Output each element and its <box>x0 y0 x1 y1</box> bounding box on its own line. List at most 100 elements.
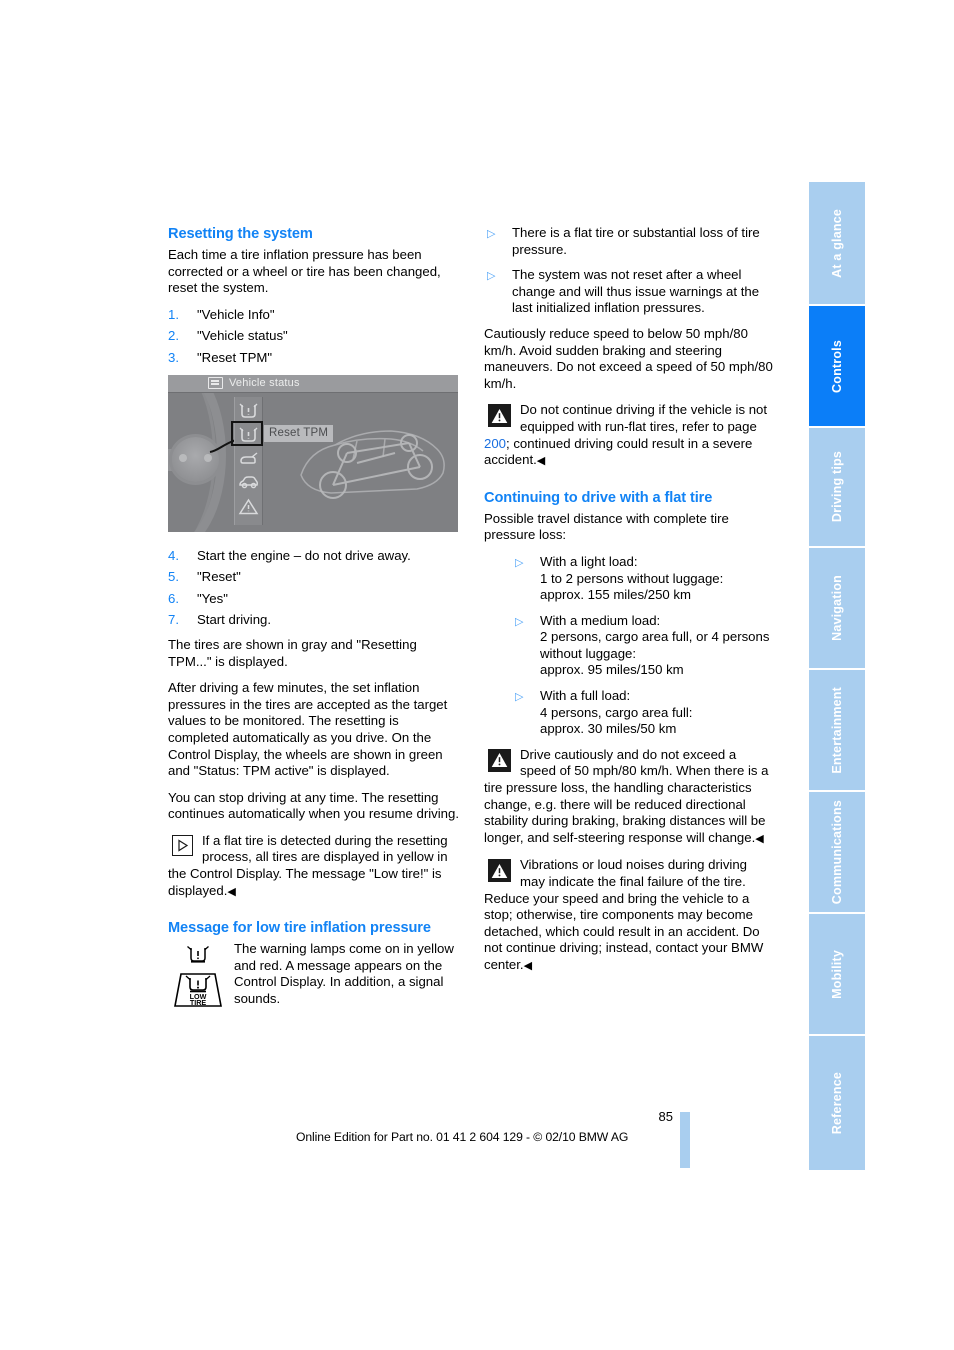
step-number: 4. <box>168 547 179 563</box>
end-mark: ◀ <box>523 959 532 972</box>
warning-text: Do not continue driving if the vehicle i… <box>484 402 775 469</box>
warning-body-after: ; continued driving could result in a se… <box>484 435 753 468</box>
step-number: 1. <box>168 306 179 322</box>
page-reference-link[interactable]: 200 <box>484 436 506 451</box>
triangle-bullet-icon: ▷ <box>515 691 524 704</box>
load-detail: 4 persons, cargo area full: <box>540 704 693 720</box>
warning-lamp-icon-group: LOW TIRE <box>170 944 226 1010</box>
tab-label: Reference <box>829 1071 844 1135</box>
tab-label: Driving tips <box>829 451 844 523</box>
triangle-bullet-icon: ▷ <box>515 615 524 628</box>
tab-label: Entertainment <box>829 686 844 774</box>
warning-drive-cautiously: Drive cautiously and do not exceed a spe… <box>484 747 775 848</box>
tab-label: At a glance <box>829 208 844 278</box>
note-body: If a flat tire is detected during the re… <box>168 832 448 898</box>
step-text: Start driving. <box>197 612 272 628</box>
tab-controls[interactable]: Controls <box>809 306 865 428</box>
control-display-menu-strip <box>234 396 263 525</box>
load-distance: approx. 30 miles/50 km <box>540 721 677 737</box>
list-item: 3. "Reset TPM" <box>168 350 459 367</box>
step-text: "Vehicle Info" <box>197 306 275 322</box>
step-number: 7. <box>168 612 179 628</box>
end-mark: ◀ <box>227 885 236 898</box>
list-item-text: There is a flat tire or substantial loss… <box>512 225 760 257</box>
list-item: 6. "Yes" <box>168 591 459 608</box>
warning-lamp-text: The warning lamps come on in yellow and … <box>234 941 454 1007</box>
warning-run-flat-tires: Do not continue driving if the vehicle i… <box>484 402 775 469</box>
warning-text: Drive cautiously and do not exceed a spe… <box>484 747 775 848</box>
selection-highlight-box <box>231 420 263 446</box>
vehicle-chassis-ghost-image <box>300 429 445 499</box>
low-tire-warning-lamp-note: LOW TIRE The warning lamps come on in ye… <box>168 941 459 1010</box>
note-flat-tire-during-reset: If a flat tire is detected during the re… <box>168 833 459 900</box>
list-item: ▷ With a full load: 4 persons, cargo are… <box>512 688 775 738</box>
warning-triangle-icon <box>488 748 511 772</box>
page-number: 85 <box>658 1109 673 1124</box>
causes-list: ▷ There is a flat tire or substantial lo… <box>484 225 775 317</box>
list-item: ▷ With a medium load: 2 persons, cargo a… <box>512 613 775 679</box>
warning-vibrations-noises: Vibrations or loud noises during driving… <box>484 857 775 974</box>
list-item: 4. Start the engine – do not drive away. <box>168 548 459 565</box>
control-display-title-bar: Vehicle status <box>168 374 458 393</box>
heading-continuing-to-drive-with-a-flat-tire: Continuing to drive with a flat tire <box>484 489 713 506</box>
warning-text: Vibrations or loud noises during driving… <box>484 857 775 974</box>
load-detail: 1 to 2 persons without luggage: <box>540 570 724 586</box>
vehicle-status-icon <box>208 377 223 390</box>
load-distance: approx. 155 miles/250 km <box>540 587 691 603</box>
manual-page: At a glance Controls Driving tips Naviga… <box>0 0 954 1350</box>
load-distance-list: ▷ With a light load: 1 to 2 persons with… <box>484 554 775 738</box>
step-number: 2. <box>168 328 179 344</box>
paragraph-possible-travel-distance: Possible travel distance with complete t… <box>484 510 729 543</box>
warning-body-before: Do not continue driving if the vehicle i… <box>520 402 768 434</box>
tab-entertainment[interactable]: Entertainment <box>809 670 865 792</box>
tab-driving-tips[interactable]: Driving tips <box>809 428 865 548</box>
load-detail: 2 persons, cargo area full, or 4 persons… <box>540 629 770 661</box>
tire-pressure-warning-lamp-icon <box>187 946 209 963</box>
warning-triangle-icon <box>488 404 511 428</box>
triangle-bullet-icon: ▷ <box>487 228 496 240</box>
list-item-text: The system was not reset after a wheel c… <box>512 267 760 316</box>
step-text: Start the engine – do not drive away. <box>197 547 411 563</box>
load-label: With a full load: <box>540 688 631 704</box>
paragraph-reduce-speed: Cautiously reduce speed to below 50 mph/… <box>484 325 773 391</box>
reset-steps-list-1: 1. "Vehicle Info" 2. "Vehicle status" 3.… <box>168 307 459 367</box>
tab-navigation[interactable]: Navigation <box>809 548 865 670</box>
list-item: ▷ There is a flat tire or substantial lo… <box>484 225 775 258</box>
left-column: Resetting the system Each time a tire in… <box>168 225 459 1020</box>
end-mark: ◀ <box>755 832 764 845</box>
oil-can-icon[interactable] <box>238 449 259 468</box>
list-item: 7. Start driving. <box>168 612 459 629</box>
warning-triangle-icon <box>488 859 511 883</box>
tab-label: Communications <box>829 799 844 905</box>
vehicle-side-icon[interactable] <box>238 473 259 492</box>
step-number: 6. <box>168 590 179 606</box>
footer-accent-bar <box>680 1112 690 1168</box>
step-text: "Vehicle status" <box>197 328 288 344</box>
heading-message-for-low-tire-inflation-pressure: Message for low tire inflation pressure <box>168 920 431 937</box>
warning-body: Vibrations or loud noises during driving… <box>484 857 764 972</box>
control-display-title: Vehicle status <box>229 376 300 389</box>
paragraph-after-driving: After driving a few minutes, the set inf… <box>168 680 448 779</box>
tab-at-a-glance[interactable]: At a glance <box>809 182 865 306</box>
load-label: With a medium load: <box>540 612 661 628</box>
tab-communications[interactable]: Communications <box>809 792 865 914</box>
note-text: If a flat tire is detected during the re… <box>168 833 459 900</box>
control-display-illustration: Vehicle status Reset TPM <box>168 374 458 532</box>
tab-label: Mobility <box>829 949 844 999</box>
heading-resetting-the-system: Resetting the system <box>168 226 313 242</box>
step-text: "Reset" <box>197 569 241 585</box>
reset-steps-list-2: 4. Start the engine – do not drive away.… <box>168 548 459 629</box>
list-item: ▷ With a light load: 1 to 2 persons with… <box>512 554 775 604</box>
tab-reference[interactable]: Reference <box>809 1036 865 1170</box>
list-item: 5. "Reset" <box>168 569 459 586</box>
warning-triangle-icon[interactable] <box>238 497 259 516</box>
paragraph-stop-driving: You can stop driving at any time. The re… <box>168 789 460 822</box>
paragraph-tires-gray: The tires are shown in gray and "Resetti… <box>168 636 417 669</box>
step-number: 3. <box>168 349 179 365</box>
paragraph-reset-intro: Each time a tire inflation pressure has … <box>168 247 441 296</box>
low-tire-warning-lamp-icon: LOW TIRE <box>174 973 222 1007</box>
tab-mobility[interactable]: Mobility <box>809 914 865 1036</box>
right-column: ▷ There is a flat tire or substantial lo… <box>484 225 775 985</box>
footer-edition-notice: Online Edition for Part no. 01 41 2 604 … <box>296 1130 629 1144</box>
tire-pressure-icon <box>239 403 258 418</box>
